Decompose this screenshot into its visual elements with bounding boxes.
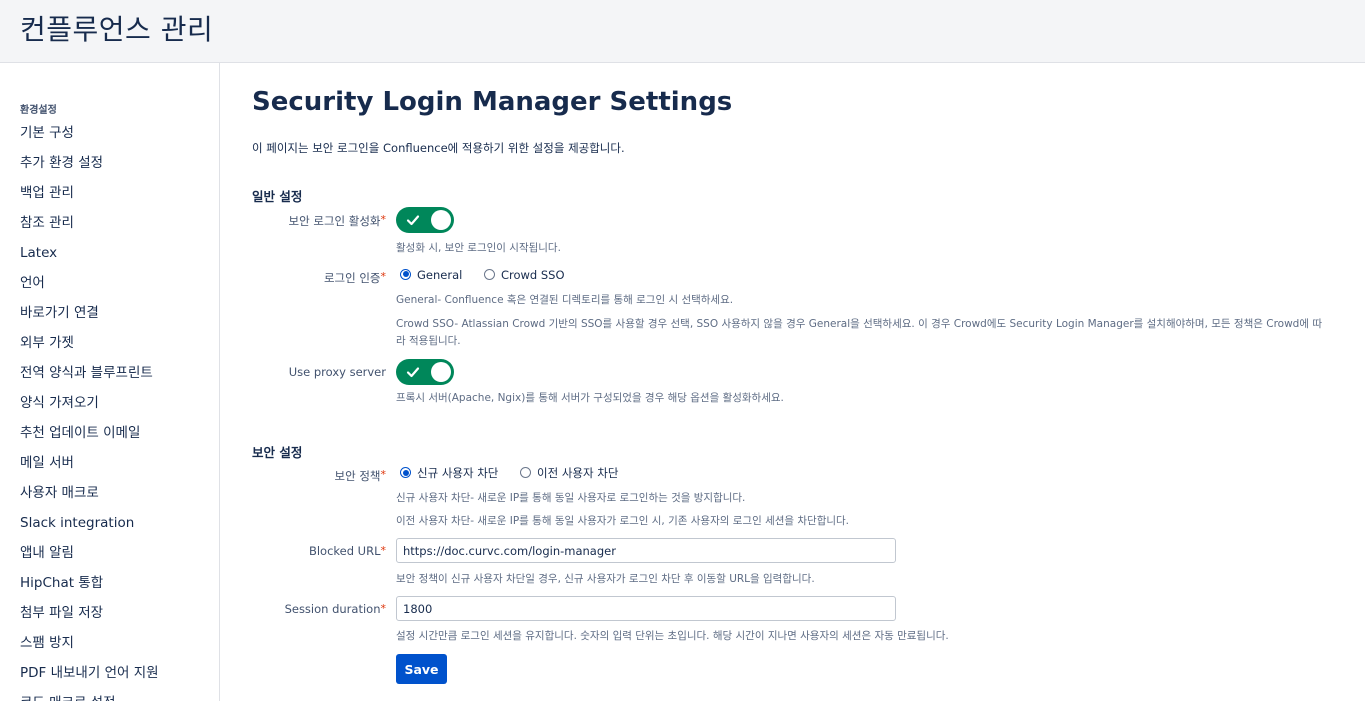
sidebar-item-attachment-storage[interactable]: 첨부 파일 저장 [20,601,159,631]
blocked-url-input[interactable] [396,538,896,563]
proxy-toggle[interactable] [396,359,454,385]
sidebar-section-title: 환경설정 [20,105,57,116]
sidebar-list: 기본 구성 추가 환경 설정 백업 관리 참조 관리 Latex 언어 바로가기… [20,121,159,701]
toggle-knob [431,362,451,382]
auth-option-crowd-sso[interactable]: Crowd SSO [483,267,565,282]
sidebar-item-spam-prevention[interactable]: 스팸 방지 [20,631,159,661]
radio-unselected[interactable] [520,467,532,478]
auth-label-text: 로그인 인증 [323,271,381,285]
auth-option-general-label: General [417,267,463,282]
policy-label: 보안 정책* [335,468,386,484]
sidebar-item-language[interactable]: 언어 [20,271,159,301]
auth-label: 로그인 인증* [324,270,386,286]
save-button[interactable]: Save [396,654,447,684]
session-duration-help: 설정 시간만큼 로그인 세션을 유지합니다. 숫자의 입력 단위는 초입니다. … [396,630,949,642]
session-duration-label: Session duration* [285,602,386,616]
auth-help-crowd: Crowd SSO- Atlassian Crowd 기반의 SSO를 사용할 … [396,318,1322,330]
page-description: 이 페이지는 보안 로그인을 Confluence에 적용하기 위한 설정을 제… [252,141,625,155]
auth-radio-group: General Crowd SSO [400,267,583,285]
toggle-knob [431,210,451,230]
blocked-url-label: Blocked URL* [309,544,386,558]
proxy-label-text: Use proxy server [288,365,386,379]
enable-toggle[interactable] [396,207,454,233]
sidebar-item-general-config[interactable]: 기본 구성 [20,121,159,151]
enable-help: 활성화 시, 보안 로그인이 시작됩니다. [396,242,561,254]
enable-label-text: 보안 로그인 활성화 [288,214,381,228]
sidebar-item-further-config[interactable]: 추가 환경 설정 [20,151,159,181]
sidebar-item-in-app-notifications[interactable]: 앱내 알림 [20,541,159,571]
required-mark: * [380,213,387,226]
required-mark: * [380,270,387,283]
policy-help-new: 신규 사용자 차단- 새로운 IP를 통해 동일 사용자로 로그인하는 것을 방… [396,492,746,504]
general-settings-heading: 일반 설정 [252,189,303,204]
radio-unselected[interactable] [483,268,495,280]
auth-option-general[interactable]: General [400,268,462,282]
required-mark: * [380,468,387,481]
page-title: Security Login Manager Settings [252,87,733,117]
session-duration-input[interactable] [396,596,896,621]
sidebar-item-import-templates[interactable]: 양식 가져오기 [20,391,159,421]
sidebar-item-user-macros[interactable]: 사용자 매크로 [20,481,159,511]
policy-help-old: 이전 사용자 차단- 새로운 IP를 통해 동일 사용자가 로그인 시, 기존 … [396,515,850,527]
blocked-url-label-text: Blocked URL [308,544,381,558]
radio-selected[interactable] [400,268,411,280]
sidebar-item-external-gadgets[interactable]: 외부 가젯 [20,331,159,361]
radio-selected[interactable] [400,467,411,478]
sidebar-item-pdf-export-language[interactable]: PDF 내보내기 언어 지원 [20,661,159,691]
policy-option-block-new[interactable]: 신규 사용자 차단 [400,465,498,481]
blocked-url-help: 보안 정책이 신규 사용자 차단일 경우, 신규 사용자가 로그인 차단 후 이… [396,573,815,585]
proxy-label: Use proxy server [289,365,386,379]
policy-option-block-old-label: 이전 사용자 차단 [537,466,619,480]
check-icon [406,215,420,226]
sidebar-item-latex[interactable]: Latex [20,241,159,271]
enable-label: 보안 로그인 활성화* [289,213,386,229]
policy-option-block-old[interactable]: 이전 사용자 차단 [520,465,618,481]
page-header-title: 컨플루언스 관리 [20,13,214,46]
sidebar-item-mail-servers[interactable]: 메일 서버 [20,451,159,481]
sidebar-item-code-macro[interactable]: 코드 매크로 설정 [20,691,159,701]
top-header: 컨플루언스 관리 [0,0,1365,63]
sidebar-item-shortcut-links[interactable]: 바로가기 연결 [20,301,159,331]
sidebar-item-slack[interactable]: Slack integration [20,511,159,541]
sidebar-item-global-templates[interactable]: 전역 양식과 블루프린트 [20,361,159,391]
required-mark: * [380,544,387,557]
policy-option-block-new-label: 신규 사용자 차단 [417,466,499,480]
auth-option-crowd-label: Crowd SSO [500,267,565,282]
security-settings-heading: 보안 설정 [252,445,303,460]
session-duration-label-text: Session duration [284,602,381,616]
sidebar: 환경설정 기본 구성 추가 환경 설정 백업 관리 참조 관리 Latex 언어… [0,63,220,701]
required-mark: * [380,602,387,615]
auth-help-general: General- Confluence 혹은 연결된 디렉토리를 통해 로그인 … [396,294,734,306]
policy-label-text: 보안 정책 [334,469,381,483]
check-icon [406,367,420,378]
policy-radio-group: 신규 사용자 차단 이전 사용자 차단 [400,465,636,483]
sidebar-item-recommended-updates[interactable]: 추천 업데이트 이메일 [20,421,159,451]
sidebar-item-references[interactable]: 참조 관리 [20,211,159,241]
auth-help-crowd-cont: 라 적용됩니다. [396,335,461,347]
proxy-help: 프록시 서버(Apache, Ngix)를 통해 서버가 구성되었을 경우 해당… [396,392,784,404]
sidebar-item-hipchat[interactable]: HipChat 통합 [20,571,159,601]
sidebar-item-backup[interactable]: 백업 관리 [20,181,159,211]
